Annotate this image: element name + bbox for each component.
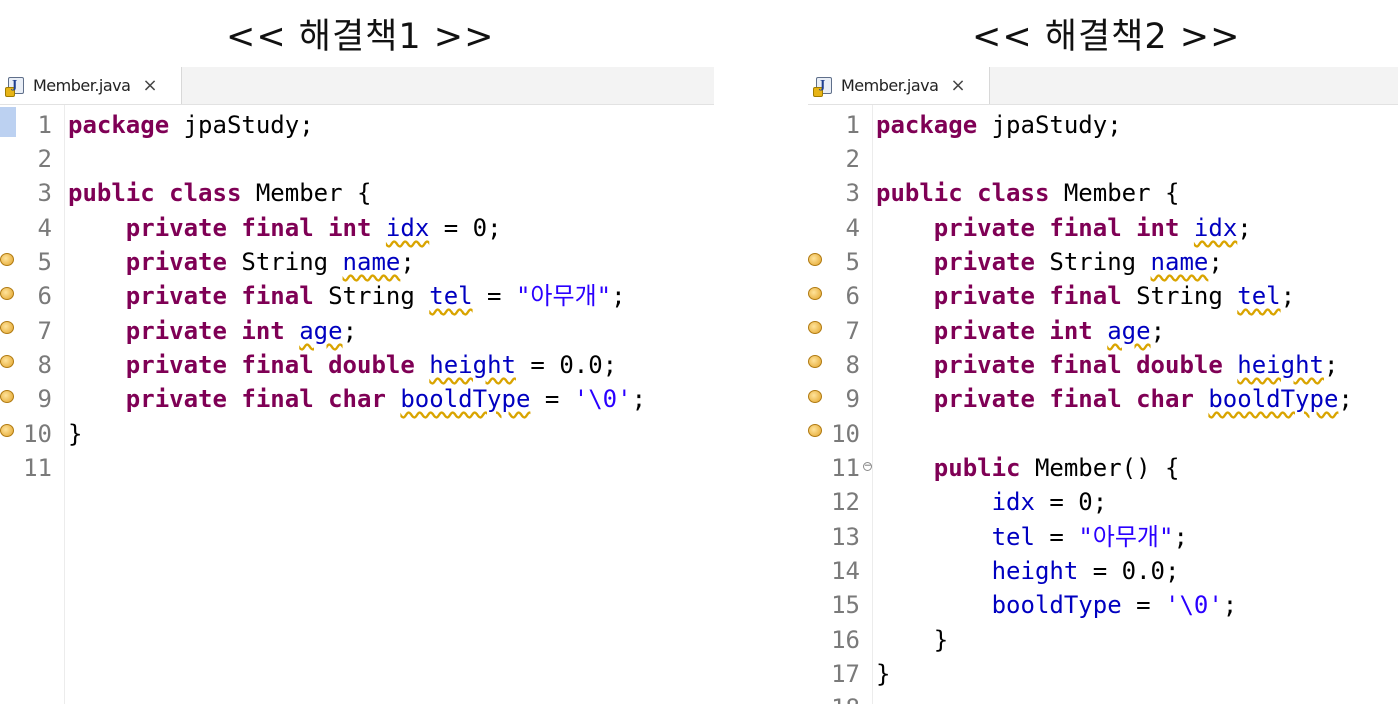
line-number: 14 [831, 557, 860, 585]
code-line[interactable]: public Member() { [876, 451, 1180, 485]
code-line[interactable]: private String name; [68, 245, 415, 279]
solution1-heading: << 해결책1 >> [226, 17, 495, 57]
line-number: 1 [845, 111, 860, 139]
close-icon[interactable]: × [950, 75, 965, 96]
line-number: 11 [23, 454, 52, 482]
fold-collapse-icon[interactable]: − [863, 462, 872, 471]
solution2-heading: << 해결책2 >> [972, 17, 1241, 57]
line-number: 5 [845, 248, 860, 276]
tab-label: Member.java [841, 76, 939, 95]
close-icon[interactable]: × [142, 75, 157, 96]
code-line[interactable]: } [876, 657, 890, 691]
solution2-editor-panel: Member.java × − 1 2 3 4 5 6 7 8 9 10 11 … [808, 67, 1398, 704]
line-number: 11 [831, 454, 860, 482]
line-number: 7 [37, 317, 52, 345]
code-area[interactable]: package jpaStudy; public class Member { p… [68, 105, 714, 704]
code-line[interactable]: package jpaStudy; [876, 108, 1122, 142]
line-number: 4 [37, 214, 52, 242]
line-number: 5 [37, 248, 52, 276]
code-line[interactable]: private String name; [876, 245, 1223, 279]
warning-marker-icon [0, 253, 14, 266]
line-number: 9 [845, 385, 860, 413]
code-line[interactable]: } [876, 623, 948, 657]
warning-marker-icon [0, 390, 14, 403]
line-number: 6 [845, 282, 860, 310]
member-java-tab[interactable]: Member.java × [808, 67, 990, 104]
code-line[interactable]: public class Member { [68, 176, 371, 210]
code-line[interactable]: public class Member { [876, 176, 1179, 210]
code-line[interactable]: height = 0.0; [876, 554, 1180, 588]
warning-marker-icon [0, 321, 14, 334]
line-number: 13 [831, 523, 860, 551]
tab-label: Member.java [33, 76, 131, 95]
line-number-gutter: − 1 2 3 4 5 6 7 8 9 10 11 12 13 14 15 16… [808, 105, 873, 704]
code-line[interactable]: private int age; [876, 314, 1165, 348]
line-number: 3 [845, 179, 860, 207]
solution1-editor-panel: Member.java × 1 2 3 4 5 6 7 8 9 10 11 pa… [0, 67, 714, 704]
code-line[interactable]: private final double height; [876, 348, 1339, 382]
warning-marker-icon [808, 321, 822, 334]
line-number: 16 [831, 626, 860, 654]
line-number: 7 [845, 317, 860, 345]
code-line[interactable]: private final String tel = "아무개"; [68, 279, 626, 313]
line-number: 1 [37, 111, 52, 139]
line-number: 2 [845, 145, 860, 173]
code-line[interactable]: private final int idx = 0; [68, 211, 502, 245]
code-line[interactable]: booldType = '\0'; [876, 588, 1238, 622]
warning-marker-icon [0, 287, 14, 300]
line-number: 2 [37, 145, 52, 173]
line-number: 3 [37, 179, 52, 207]
line-number-gutter: 1 2 3 4 5 6 7 8 9 10 11 [0, 105, 65, 704]
warning-marker-icon [808, 424, 822, 437]
line-number: 9 [37, 385, 52, 413]
line-number: 15 [831, 591, 860, 619]
line-number: 4 [845, 214, 860, 242]
line-number: 8 [37, 351, 52, 379]
code-line[interactable]: idx = 0; [876, 485, 1108, 519]
line-number: 17 [831, 660, 860, 688]
warning-marker-icon [808, 355, 822, 368]
warning-marker-icon [0, 424, 14, 437]
code-line[interactable]: package jpaStudy; [68, 108, 314, 142]
java-file-icon [813, 77, 832, 97]
code-editor[interactable]: 1 2 3 4 5 6 7 8 9 10 11 package jpaStudy… [0, 105, 714, 704]
line-number: 12 [831, 488, 860, 516]
member-java-tab[interactable]: Member.java × [0, 67, 182, 104]
current-line-marker [0, 107, 16, 137]
warning-marker-icon [808, 287, 822, 300]
code-area[interactable]: package jpaStudy; public class Member { p… [876, 105, 1398, 704]
line-number: 10 [831, 420, 860, 448]
line-number: 8 [845, 351, 860, 379]
line-number: 10 [23, 420, 52, 448]
warning-marker-icon [808, 390, 822, 403]
code-line[interactable]: private final int idx; [876, 211, 1252, 245]
code-line[interactable]: private final char booldType; [876, 382, 1353, 416]
warning-marker-icon [808, 253, 822, 266]
code-line[interactable]: private final String tel; [876, 279, 1295, 313]
code-line[interactable]: private final double height = 0.0; [68, 348, 617, 382]
code-editor[interactable]: − 1 2 3 4 5 6 7 8 9 10 11 12 13 14 15 16… [808, 105, 1398, 704]
code-line[interactable]: } [68, 417, 82, 451]
code-line[interactable]: private int age; [68, 314, 357, 348]
code-line[interactable]: private final char booldType = '\0'; [68, 382, 646, 416]
line-number: 18 [831, 691, 860, 704]
code-line[interactable]: tel = "아무개"; [876, 520, 1188, 554]
line-number: 6 [37, 282, 52, 310]
editor-tab-bar: Member.java × [0, 67, 714, 105]
java-file-icon [5, 77, 24, 97]
editor-tab-bar: Member.java × [808, 67, 1398, 105]
warning-marker-icon [0, 355, 14, 368]
